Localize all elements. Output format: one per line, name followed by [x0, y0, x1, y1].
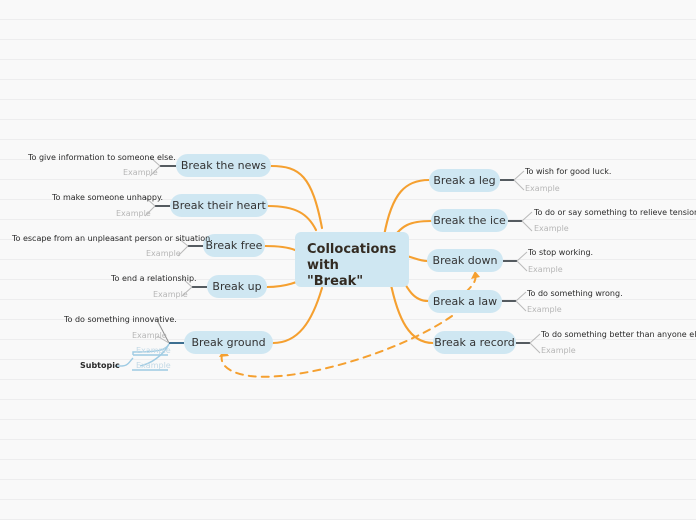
definition-break-a-leg: To wish for good luck.: [525, 167, 612, 176]
definition-break-down: To stop working.: [528, 248, 594, 257]
definition-break-ground: To do something innovative.: [64, 315, 177, 324]
definition-break-a-record: To do something better than anyone else …: [541, 330, 696, 339]
example-break-ground[interactable]: Example: [132, 331, 167, 340]
leaf-fork-right-4: [502, 291, 527, 312]
definition-break-the-ice: To do or say something to relieve tensio…: [534, 208, 696, 217]
nested-example-1[interactable]: Example: [136, 346, 171, 355]
branch-curve-right-5: [388, 278, 435, 345]
branch-curve-right-1: [382, 178, 431, 238]
leaf-fork-right-3: [503, 251, 528, 272]
example-break-a-leg[interactable]: Example: [525, 184, 560, 193]
example-break-the-news[interactable]: Example: [123, 168, 158, 177]
relation-arrowhead-down: [471, 271, 480, 279]
node-break-a-law[interactable]: Break a law: [428, 290, 502, 313]
node-break-down[interactable]: Break down: [427, 249, 503, 272]
subtopic-label[interactable]: Subtopic: [80, 361, 120, 370]
definition-break-free: To escape from an unpleasant person or s…: [12, 234, 213, 243]
subtopic-fork: [121, 357, 134, 367]
example-break-their-heart[interactable]: Example: [116, 209, 151, 218]
leaf-fork-right-2: [508, 211, 533, 232]
definition-break-their-heart: To make someone unhappy.: [52, 193, 164, 202]
node-break-their-heart[interactable]: Break their heart: [170, 194, 268, 217]
example-break-down[interactable]: Example: [528, 265, 563, 274]
node-break-the-news[interactable]: Break the news: [176, 154, 271, 177]
example-break-free[interactable]: Example: [146, 249, 181, 258]
mindmap-canvas[interactable]: Collocations with "Break" Break the news…: [0, 0, 696, 520]
branch-curve-left-1: [269, 164, 324, 230]
branch-curve-left-5: [271, 286, 324, 345]
node-break-a-record[interactable]: Break a record: [433, 331, 516, 354]
branch-curve-left-2: [266, 204, 318, 232]
definition-break-a-law: To do something wrong.: [527, 289, 623, 298]
definition-break-the-news: To give information to someone else.: [28, 153, 176, 162]
central-topic-node[interactable]: Collocations with "Break": [295, 232, 409, 289]
leaf-fork-right-5: [516, 333, 541, 354]
node-break-a-leg[interactable]: Break a leg: [429, 169, 500, 192]
leaf-fork-right-1: [500, 170, 525, 191]
example-break-a-law[interactable]: Example: [527, 305, 562, 314]
node-break-up[interactable]: Break up: [207, 275, 267, 298]
example-break-a-record[interactable]: Example: [541, 346, 576, 355]
relation-arrow-law-to-down: [465, 271, 477, 293]
definition-break-up: To end a relationship.: [111, 274, 197, 283]
node-break-ground[interactable]: Break ground: [184, 331, 273, 354]
example-break-up[interactable]: Example: [153, 290, 188, 299]
nested-example-2[interactable]: Example: [136, 361, 171, 370]
branch-curve-left-3: [263, 244, 297, 252]
example-break-the-ice[interactable]: Example: [534, 224, 569, 233]
node-break-the-ice[interactable]: Break the ice: [431, 209, 508, 232]
